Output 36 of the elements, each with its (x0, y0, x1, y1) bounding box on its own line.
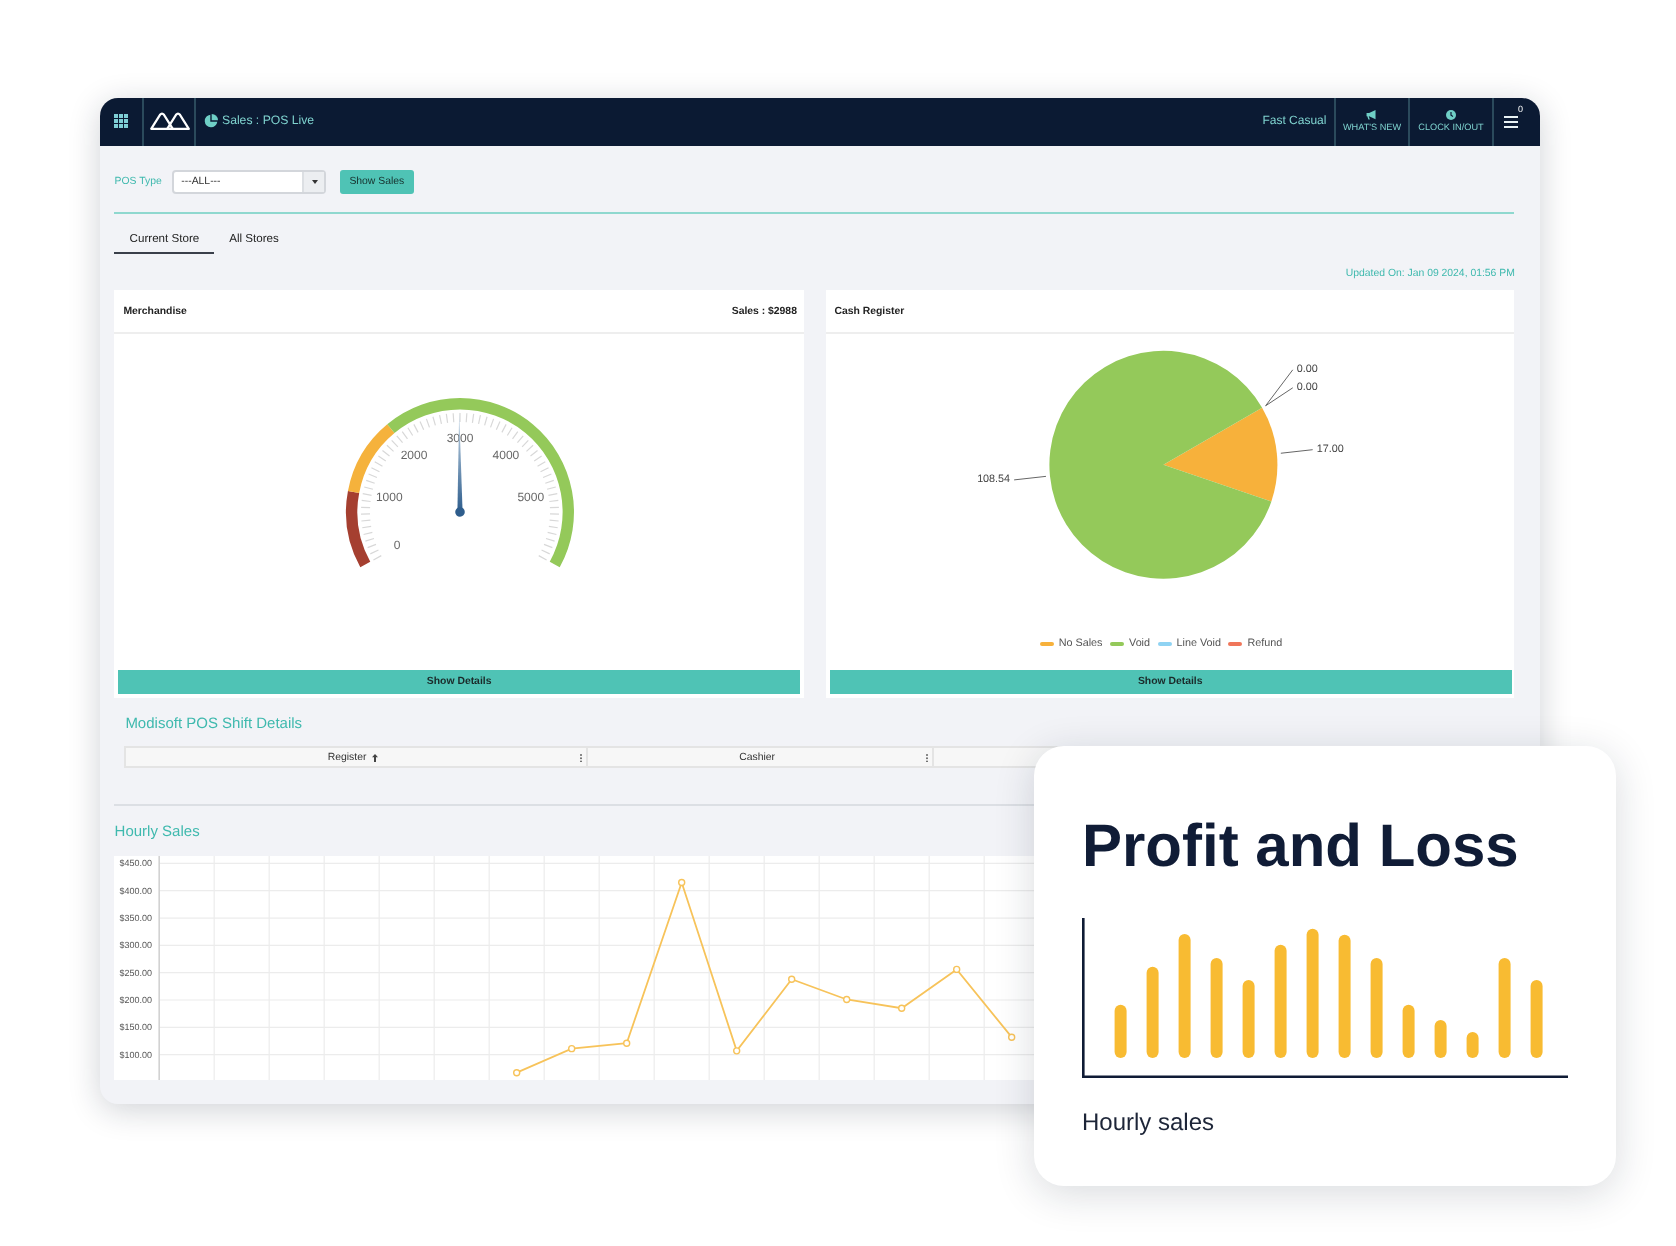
data-point (952, 965, 960, 973)
sort-arrow-icon[interactable] (372, 753, 379, 762)
sales-bar (1402, 1005, 1415, 1059)
data-point (897, 1003, 905, 1012)
data-point (842, 995, 850, 1003)
sales-bar (1178, 934, 1191, 1059)
leader-line (1012, 476, 1046, 481)
clock-icon (1446, 109, 1456, 120)
chart-caption: Hourly sales (1081, 1107, 1217, 1136)
sales-bar (1210, 958, 1223, 1059)
sales-bar (1242, 980, 1255, 1059)
sales-bar (1530, 980, 1543, 1059)
sales-bar (1306, 929, 1319, 1059)
data-point (787, 974, 795, 983)
pie-chart-icon (203, 114, 217, 128)
sales-bar (1114, 1005, 1127, 1059)
sales-bar (1434, 1020, 1447, 1059)
sales-bar (1466, 1032, 1479, 1059)
sales-bar (1338, 935, 1351, 1059)
data-point (622, 1038, 630, 1047)
card-heading: Profit and Loss (1081, 818, 1521, 879)
sales-bar (1370, 958, 1383, 1059)
data-point (512, 1068, 520, 1076)
data-point (1007, 1032, 1015, 1041)
megaphone-icon (1366, 109, 1378, 120)
leader-line (1279, 449, 1313, 455)
sales-bar (1498, 958, 1511, 1059)
sales-bar (1146, 967, 1159, 1059)
data-point (732, 1046, 740, 1054)
grid-menu-icon[interactable] (114, 114, 128, 128)
menu-icon[interactable] (1503, 115, 1517, 127)
data-point (677, 878, 685, 886)
logo-icon[interactable] (149, 112, 189, 130)
sales-bar (1274, 945, 1287, 1059)
caret-icon (311, 179, 318, 184)
data-point (567, 1044, 575, 1052)
